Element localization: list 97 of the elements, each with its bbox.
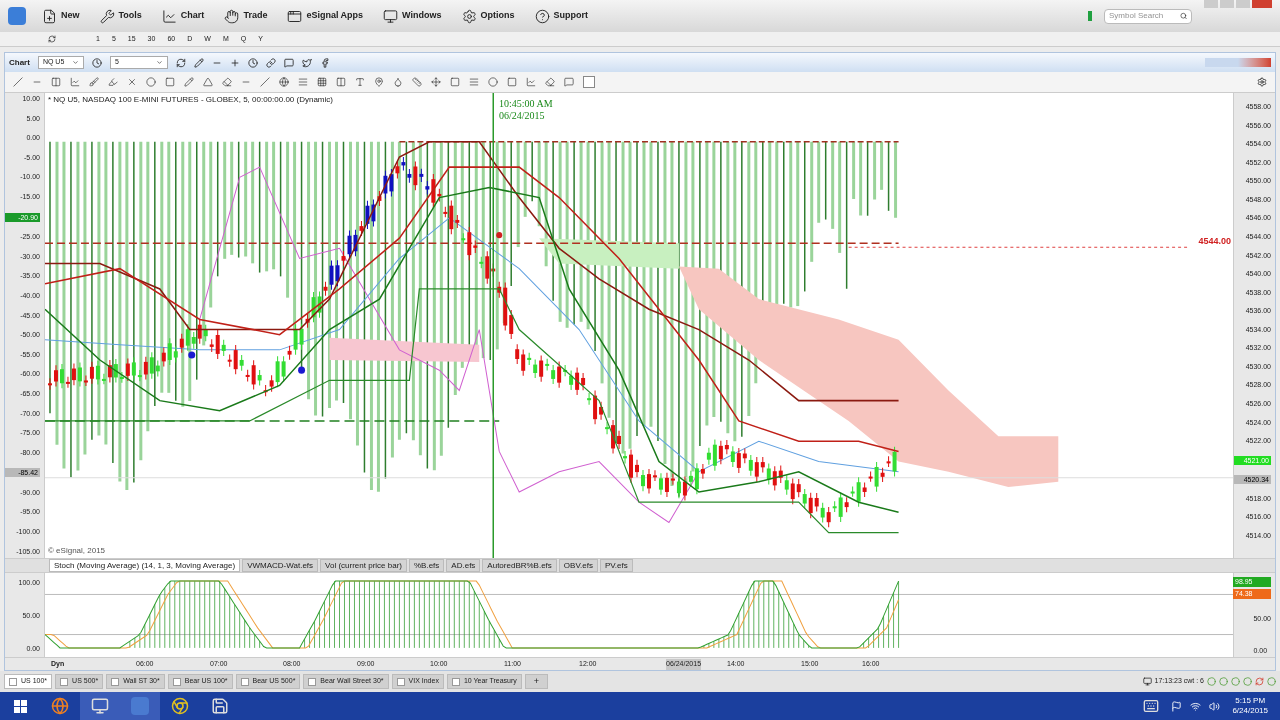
tools-icon xyxy=(99,8,115,24)
line-icon[interactable] xyxy=(13,77,23,87)
chart-icon xyxy=(161,8,177,24)
pencil-icon[interactable] xyxy=(193,57,204,68)
note-icon[interactable] xyxy=(564,77,574,87)
clock-date[interactable]: 6/24/2015 xyxy=(1232,706,1268,716)
triangle-icon[interactable] xyxy=(203,77,213,87)
highlighter-icon[interactable] xyxy=(108,77,118,87)
network-icon[interactable] xyxy=(1190,700,1202,712)
eraser-icon[interactable] xyxy=(222,77,232,87)
link-icon[interactable] xyxy=(265,57,276,68)
settings-icon[interactable] xyxy=(1257,77,1267,87)
clock-icon[interactable] xyxy=(91,57,102,68)
globe-icon[interactable] xyxy=(279,77,289,87)
menu-button[interactable]: Tools xyxy=(95,8,146,24)
text-icon[interactable] xyxy=(355,77,365,87)
menu-button[interactable]: Windows xyxy=(379,8,446,24)
cursor-time-label: 10:45:00 AM xyxy=(499,98,553,109)
menu-button[interactable]: Options xyxy=(457,8,519,24)
dropdown-icon xyxy=(71,59,79,66)
refresh-icon[interactable] xyxy=(1255,677,1264,686)
polyline-icon[interactable] xyxy=(70,77,80,87)
cursor-date-label: 06/24/2015 xyxy=(499,110,545,121)
settings-icon xyxy=(461,8,477,24)
bird-icon[interactable] xyxy=(301,57,312,68)
checkbox-icon xyxy=(9,677,17,686)
study-tab[interactable]: %B.efs xyxy=(409,559,445,572)
study-tab[interactable]: OBV.efs xyxy=(558,559,598,572)
clock-time[interactable]: 5:15 PM xyxy=(1235,696,1266,706)
chart-title: * NQ U5, NASDAQ 100 E-MINI FUTURES - GLOBEX, 5, 00:00:00.00 (Dynamic) xyxy=(48,94,333,106)
pencil-icon[interactable] xyxy=(184,77,194,87)
checkbox-icon xyxy=(240,677,249,686)
menu-button[interactable]: Trade xyxy=(220,8,272,24)
network-app-icon[interactable] xyxy=(80,692,120,720)
brush-icon[interactable] xyxy=(89,77,99,87)
checkbox-icon xyxy=(308,677,317,686)
rectangle-icon[interactable] xyxy=(165,77,175,87)
pin-icon[interactable] xyxy=(374,77,384,87)
symbol-search-field[interactable]: Symbol Search xyxy=(1104,8,1192,24)
checkbox-icon xyxy=(60,677,69,686)
menu-button[interactable]: New xyxy=(38,8,84,24)
signal-dot xyxy=(298,366,306,374)
table-icon[interactable] xyxy=(469,77,479,87)
ruler-icon[interactable] xyxy=(412,77,422,87)
status-icon[interactable] xyxy=(1267,677,1276,686)
volume-icon[interactable] xyxy=(1209,700,1221,712)
parallel-lines-icon[interactable] xyxy=(260,77,270,87)
arrows-icon[interactable] xyxy=(431,77,441,87)
help-icon xyxy=(534,8,550,24)
grid-icon[interactable] xyxy=(317,77,327,87)
study-tab[interactable]: AutoredBR%B.efs xyxy=(482,559,557,572)
chart-window-title: Chart xyxy=(9,56,30,69)
study-tab[interactable]: PV.efs xyxy=(599,559,633,572)
menu-button[interactable]: Chart xyxy=(157,8,209,24)
copyright-text: © eSignal, 2015 xyxy=(48,545,106,557)
refresh-icon[interactable] xyxy=(175,57,186,68)
signal-dot xyxy=(188,351,196,359)
connection-icon xyxy=(1088,11,1092,21)
study-tab[interactable]: Stoch (Moving Average) (14, 1, 3, Moving Average) xyxy=(49,559,241,572)
monitor-icon xyxy=(383,8,399,24)
search-input[interactable]: Symbol Search xyxy=(1109,10,1180,22)
search-icon xyxy=(1179,12,1187,20)
columns-icon[interactable] xyxy=(336,77,346,87)
cross-icon[interactable] xyxy=(127,77,137,87)
price-line-label: 4544.00 xyxy=(1198,235,1231,248)
lines-icon[interactable] xyxy=(298,77,308,87)
frame-icon[interactable] xyxy=(507,77,517,87)
study-tab[interactable]: Vol (current price bar) xyxy=(320,559,407,572)
new-file-icon xyxy=(42,8,57,24)
circle-icon[interactable] xyxy=(146,77,156,87)
signal-dot xyxy=(496,232,503,239)
menu-button[interactable]: eSignal Apps xyxy=(283,8,368,24)
keyboard-icon[interactable] xyxy=(1143,698,1160,714)
study-tab[interactable]: VWMACD-Wat.efs xyxy=(242,559,319,572)
flag-icon[interactable] xyxy=(1171,700,1183,712)
letter-f-icon[interactable] xyxy=(319,57,330,68)
checkbox-icon xyxy=(451,677,460,686)
zigzag-icon[interactable] xyxy=(526,77,536,87)
study-tab[interactable]: AD.efs xyxy=(446,559,481,572)
zoom-in-icon[interactable] xyxy=(229,57,240,68)
add-tab-button[interactable]: + xyxy=(524,674,549,689)
comment-icon[interactable] xyxy=(283,57,294,68)
app-logo-icon[interactable] xyxy=(8,7,26,25)
ellipse-icon[interactable] xyxy=(488,77,498,87)
checkbox-icon xyxy=(111,677,120,686)
box-icon[interactable] xyxy=(450,77,460,87)
clock-icon[interactable] xyxy=(247,57,258,68)
menu-button[interactable]: Support xyxy=(530,8,592,24)
refresh-icon[interactable] xyxy=(48,35,56,43)
dropdown-icon xyxy=(155,59,163,66)
drop-icon[interactable] xyxy=(393,77,403,87)
hand-icon xyxy=(224,8,240,24)
erase-icon[interactable] xyxy=(545,77,555,87)
checkbox-icon xyxy=(172,677,181,686)
window-icon xyxy=(287,8,303,24)
checkbox-icon xyxy=(396,677,405,686)
monitor-icon xyxy=(1142,677,1152,686)
